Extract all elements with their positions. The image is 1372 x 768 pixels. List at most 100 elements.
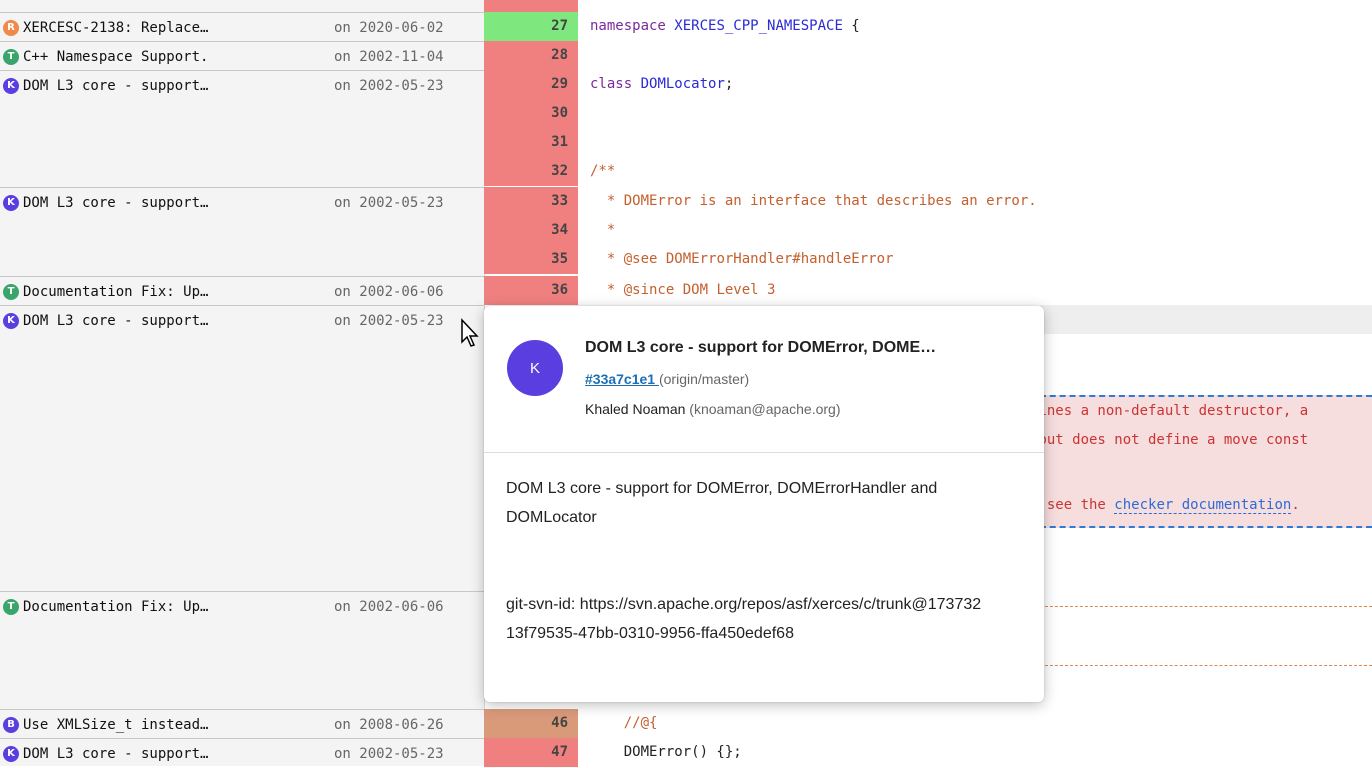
keyword: namespace [590,18,666,34]
author-avatar: T [3,283,19,300]
line-highlight [1040,305,1372,334]
commit-message[interactable]: XERCESC-2138: Replace… [23,20,283,36]
blame-row[interactable]: B Use XMLSize_t instead… on 2008-06-26 [0,710,484,739]
annotation-text: . [1291,497,1300,513]
code-line: //@{ [590,715,658,731]
author-avatar: R [3,19,19,36]
blame-block: K DOM L3 core - support… on 2002-05-23 [0,738,484,766]
commit-date: on 2002-05-23 [334,194,444,211]
commit-message-body: DOM L3 core - support for DOMError, DOME… [506,474,1026,648]
blame-row[interactable]: K DOM L3 core - support… on 2002-05-23 [0,188,484,217]
blame-block: K DOM L3 core - support… on 2002-05-23 [0,70,484,187]
identifier: XERCES_CPP_NAMESPACE [674,18,843,34]
commit-message[interactable]: DOM L3 core - support… [23,78,283,94]
line-number[interactable]: 27 [484,12,578,41]
code-line: * @since DOM Level 3 [590,276,776,305]
keyword: class [590,76,633,92]
author-email: (knoaman@apache.org) [689,401,841,417]
blame-block: T C++ Namespace Support. on 2002-11-04 [0,41,484,70]
blame-block: K DOM L3 core - support… on 2002-05-23 [0,305,484,591]
commit-date: on 2002-06-06 [334,598,444,615]
commit-message[interactable]: DOM L3 core - support… [23,746,283,762]
commit-message-text: git-svn-id: https://svn.apache.org/repos… [506,596,982,642]
line-number[interactable]: 35 [484,245,578,274]
commit-message[interactable]: DOM L3 core - support… [23,313,283,329]
blame-row[interactable]: K DOM L3 core - support… on 2002-05-23 [0,739,484,768]
author-name: Khaled Noaman [585,401,686,417]
author-avatar: K [3,312,19,329]
commit-message[interactable]: DOM L3 core - support… [23,195,283,211]
popup-divider [484,452,1044,453]
annotation-text: fines a non-default destructor, a [1030,403,1309,419]
doc-tag: @since [623,282,675,298]
blame-row[interactable]: R XERCESC-2138: Replace… on 2020-06-02 [0,13,484,42]
blame-block: T Documentation Fix: Up… on 2002-06-06 [0,591,484,709]
commit-message[interactable]: Documentation Fix: Up… [23,599,283,615]
line-number[interactable]: 47 [484,738,578,767]
commit-date: on 2020-06-02 [334,19,444,36]
commit-title: DOM L3 core - support for DOMError, DOME… [585,339,937,356]
commit-message-text: DOM L3 core - support for DOMError, DOME… [506,480,938,526]
author-avatar: B [3,716,19,733]
commit-message[interactable]: Documentation Fix: Up… [23,284,283,300]
commit-date: on 2008-06-26 [334,716,444,733]
line-number[interactable]: 28 [484,41,578,70]
commit-date: on 2002-05-23 [334,312,444,329]
commit-popup[interactable]: K DOM L3 core - support for DOMError, DO… [484,306,1044,702]
code-text: DOM Level 3 [674,282,776,298]
blame-panel: R XERCESC-2138: Replace… on 2020-06-02 T… [0,0,485,766]
line-number[interactable]: 29 [484,70,578,99]
blame-block: R XERCESC-2138: Replace… on 2020-06-02 [0,12,484,41]
line-number[interactable]: 32 [484,157,578,186]
code-line: DOMError() {}; [590,744,742,760]
code-line: /** [590,163,616,179]
dashed-divider [1040,606,1372,607]
commit-date: on 2002-11-04 [334,48,444,65]
line-number[interactable]: 36 [484,276,578,305]
blame-block: B Use XMLSize_t instead… on 2008-06-26 [0,709,484,738]
author-avatar: K [3,745,19,762]
code-text: { [842,18,860,34]
line-number[interactable]: 33 [484,187,578,216]
blame-row[interactable]: K DOM L3 core - support… on 2002-05-23 [0,306,484,335]
blame-block: T Documentation Fix: Up… on 2002-06-06 [0,276,484,305]
blame-block [0,0,484,12]
blame-block: K DOM L3 core - support… on 2002-05-23 [0,187,484,276]
author-avatar: T [3,598,19,615]
code-text: * [590,282,624,298]
code-text: DOMErrorHandler#handleError [657,251,894,267]
annotation-text: but does not define a move const [1030,432,1309,448]
blame-row[interactable]: T C++ Namespace Support. on 2002-11-04 [0,42,484,71]
blame-row[interactable]: T Documentation Fix: Up… on 2002-06-06 [0,277,484,306]
commit-hash-link[interactable]: #33a7c1e1 [585,371,659,387]
line-number[interactable]: 30 [484,99,578,128]
identifier: DOMLocator [640,76,725,92]
annotation-text: n see the checker documentation. [1030,491,1300,520]
line-number[interactable]: 46 [484,709,578,738]
code-line: * DOMError is an interface that describe… [590,193,1037,209]
checker-annotation: fines a non-default destructor, a but do… [1030,395,1372,528]
commit-message[interactable]: C++ Namespace Support. [23,49,283,65]
code-text: ; [724,76,734,92]
commit-date: on 2002-06-06 [334,283,444,300]
commit-message[interactable]: Use XMLSize_t instead… [23,717,283,733]
code-text: * [590,251,624,267]
blame-row[interactable]: K DOM L3 core - support… on 2002-05-23 [0,71,484,100]
author-avatar: T [3,48,19,65]
checker-documentation-link[interactable]: checker documentation [1114,497,1292,514]
code-line: namespace XERCES_CPP_NAMESPACE { [590,12,860,41]
author-avatar: K [3,194,19,211]
mouse-cursor-icon [461,318,479,347]
blame-row[interactable]: T Documentation Fix: Up… on 2002-06-06 [0,592,484,621]
commit-date: on 2002-05-23 [334,77,444,94]
branch-ref: (origin/master) [658,371,750,387]
gutter-top-strip [484,0,578,12]
author-avatar: K [3,77,19,94]
doc-tag: @see [623,251,658,267]
commit-date: on 2002-05-23 [334,745,444,762]
line-number[interactable]: 31 [484,128,578,157]
commit-author: Khaled Noaman (knoaman@apache.org) [585,401,840,417]
line-number[interactable]: 34 [484,216,578,245]
code-line: * @see DOMErrorHandler#handleError [590,245,894,274]
commit-ref: #33a7c1e1 (origin/master) [585,371,749,387]
